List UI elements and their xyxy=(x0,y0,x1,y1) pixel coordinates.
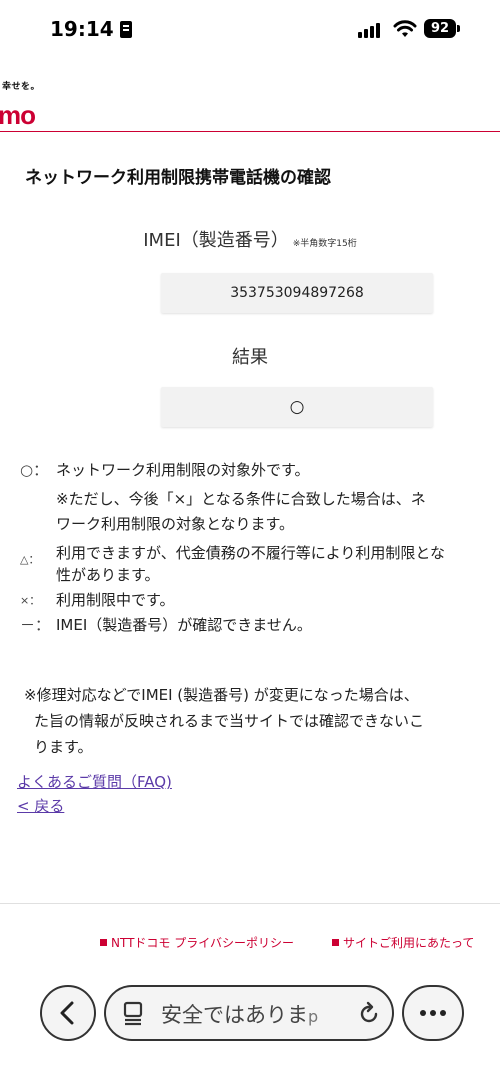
address-label: 安全ではありま xyxy=(161,1003,308,1027)
address-bar[interactable]: 安全ではありまp xyxy=(104,985,394,1041)
site-terms-link[interactable]: サイトご利用にあたって xyxy=(332,934,474,951)
address-tail: p xyxy=(308,1007,319,1026)
result-legend: ○： ネットワーク利用制限の対象外です。 ※ただし、今後「×」となる条件に合致し… xyxy=(20,458,500,638)
legend-text: 性があります。 xyxy=(56,566,160,584)
imei-note: ※半角数字15桁 xyxy=(292,239,357,249)
legend-text: ネットワーク利用制限の対象外です。 xyxy=(56,461,310,479)
legend-text: IMEI（製造番号）が確認できません。 xyxy=(56,616,312,634)
repair-note-line: た旨の情報が反映されるまで当サイトでは確認できないこ xyxy=(34,712,425,730)
chevron-left-icon xyxy=(60,1001,74,1025)
privacy-policy-label: NTTドコモ プライバシーポリシー xyxy=(111,936,295,950)
more-options-button[interactable] xyxy=(402,985,464,1041)
time-text: 19:14 xyxy=(50,17,114,41)
legend-item-unknown: －： IMEI（製造番号）が確認できません。 xyxy=(20,613,500,638)
address-text: 安全ではありまp xyxy=(161,999,318,1029)
footer-divider xyxy=(0,903,500,904)
legend-symbol: ×： xyxy=(20,594,41,607)
legend-text: ワーク利用制限の対象となります。 xyxy=(56,515,295,533)
faq-link[interactable]: よくあるご質問（FAQ) xyxy=(17,771,172,792)
browser-back-button[interactable] xyxy=(40,985,96,1041)
legend-symbol: ○： xyxy=(20,461,49,479)
status-time: 19:14 xyxy=(50,17,132,41)
legend-item-ok: ○： ネットワーク利用制限の対象外です。 xyxy=(20,458,500,483)
repair-note: ※修理対応などでIMEI (製造番号) が変更になった場合は、 た旨の情報が反映… xyxy=(24,682,500,760)
repair-note-line: ります。 xyxy=(34,738,93,756)
result-value-field: ○ xyxy=(161,387,433,427)
legend-symbol: △： xyxy=(20,553,40,566)
result-label: 結果 xyxy=(232,347,268,368)
site-terms-label: サイトご利用にあたって xyxy=(343,936,475,950)
legend-item-warning: △： 利用できますが、代金債務の不履行等により利用制限とな 性があります。 xyxy=(20,541,500,588)
header-divider xyxy=(0,131,500,132)
legend-item-restricted: ×： 利用制限中です。 xyxy=(20,588,500,613)
battery-icon: 92 xyxy=(424,19,456,38)
imei-label: IMEI（製造番号） ※半角数字15桁 xyxy=(0,226,500,252)
page-title: ネットワーク利用制限携帯電話機の確認 xyxy=(25,168,331,188)
privacy-policy-link[interactable]: NTTドコモ プライバシーポリシー xyxy=(100,934,294,951)
legend-text: 利用制限中です。 xyxy=(56,591,175,609)
imei-value-field: 353753094897268 xyxy=(161,273,433,313)
arrow-mark-icon xyxy=(100,939,107,946)
legend-text: ※ただし、今後「×」となる条件に合致した場合は、ネ xyxy=(56,490,426,508)
page-menu-icon xyxy=(123,1001,143,1026)
more-dots-icon xyxy=(420,1010,446,1016)
status-bar: 19:14 92 xyxy=(0,0,500,62)
reload-icon[interactable] xyxy=(356,1001,382,1027)
imei-label-text: IMEI（製造番号） xyxy=(143,230,289,251)
legend-item-ok-note: ※ただし、今後「×」となる条件に合致した場合は、ネ ワーク利用制限の対象となりま… xyxy=(20,487,500,537)
back-link[interactable]: < 戻る xyxy=(17,795,64,816)
wifi-icon xyxy=(393,20,417,37)
signal-icon xyxy=(358,22,386,38)
docomo-logo[interactable]: mo xyxy=(0,100,36,131)
repair-note-line: ※修理対応などでIMEI (製造番号) が変更になった場合は、 xyxy=(24,686,419,704)
brand-tagline: 幸せを。 xyxy=(2,82,41,92)
focus-icon xyxy=(119,21,132,38)
battery-level: 92 xyxy=(430,21,450,36)
battery-tip xyxy=(457,25,460,32)
legend-symbol: －： xyxy=(20,616,51,634)
arrow-mark-icon xyxy=(332,939,339,946)
